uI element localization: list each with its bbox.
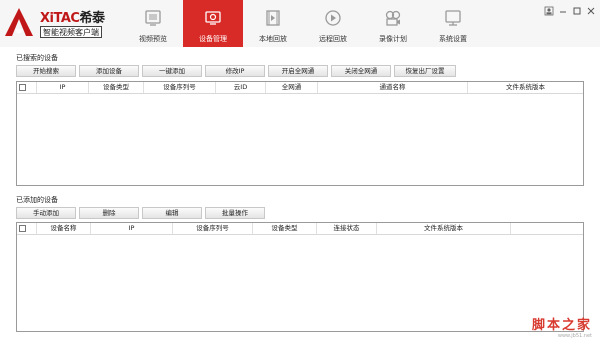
maximize-icon[interactable] <box>572 6 582 16</box>
column-header-all-network[interactable]: 全网通 <box>266 82 318 93</box>
searched-devices-table[interactable]: IP 设备类型 设备序列号 云ID 全网通 通道名称 文件系统版本 <box>16 81 584 186</box>
user-icon[interactable] <box>544 6 554 16</box>
column-header-fs-version[interactable]: 文件系统版本 <box>468 82 583 93</box>
tab-label: 设备管理 <box>199 35 227 43</box>
column-header-cloud-id[interactable]: 云ID <box>216 82 266 93</box>
tab-label: 系统设置 <box>439 35 467 43</box>
column-header-device-type[interactable]: 设备类型 <box>253 223 317 234</box>
column-header-device-name[interactable]: 设备名称 <box>37 223 91 234</box>
edit-button[interactable]: 编辑 <box>142 207 202 219</box>
modify-ip-button[interactable]: 修改IP <box>205 65 265 77</box>
system-settings-icon <box>445 10 461 26</box>
added-devices-title: 已添加的设备 <box>16 196 58 204</box>
column-header-serial[interactable]: 设备序列号 <box>173 223 253 234</box>
tab-remote-playback[interactable]: 远程回放 <box>303 0 363 47</box>
tab-device-manage[interactable]: 设备管理 <box>183 0 243 47</box>
manual-add-button[interactable]: 手动添加 <box>16 207 76 219</box>
added-toolbar: 手动添加 删除 编辑 批量操作 <box>16 207 265 219</box>
close-icon[interactable] <box>586 6 596 16</box>
tab-label: 本地回放 <box>259 35 287 43</box>
tab-video-preview[interactable]: 视频预览 <box>123 0 183 47</box>
column-header-connection-status[interactable]: 连接状态 <box>317 223 377 234</box>
app-header: XiTAC希泰 智能视频客户端 视频预览 设备管理 本地回放 远程回放 录像计划… <box>0 0 600 47</box>
brand-name: XiTAC <box>40 11 80 26</box>
video-preview-icon <box>145 10 161 26</box>
enable-all-network-button[interactable]: 开启全网通 <box>268 65 328 77</box>
tab-label: 视频预览 <box>139 35 167 43</box>
column-header-channel-name[interactable]: 通道名称 <box>318 82 468 93</box>
tab-system-settings[interactable]: 系统设置 <box>423 0 483 47</box>
column-header-device-type[interactable]: 设备类型 <box>89 82 144 93</box>
delete-button[interactable]: 删除 <box>79 207 139 219</box>
table-header: 设备名称 IP 设备序列号 设备类型 连接状态 文件系统版本 <box>17 223 583 235</box>
select-all-checkbox[interactable] <box>19 84 26 91</box>
column-header-ip[interactable]: IP <box>91 223 173 234</box>
remote-playback-icon <box>325 10 341 26</box>
tab-label: 录像计划 <box>379 35 407 43</box>
added-devices-table[interactable]: 设备名称 IP 设备序列号 设备类型 连接状态 文件系统版本 <box>16 222 584 332</box>
column-header-serial[interactable]: 设备序列号 <box>144 82 216 93</box>
column-header-ip[interactable]: IP <box>37 82 89 93</box>
minimize-icon[interactable] <box>558 6 568 16</box>
disable-all-network-button[interactable]: 关闭全网通 <box>331 65 391 77</box>
one-click-add-button[interactable]: 一键添加 <box>142 65 202 77</box>
select-all-cell <box>17 82 37 93</box>
batch-operation-button[interactable]: 批量操作 <box>205 207 265 219</box>
table-header: IP 设备类型 设备序列号 云ID 全网通 通道名称 文件系统版本 <box>17 82 583 94</box>
watermark-text: 脚本之家 <box>531 318 592 333</box>
window-controls <box>544 6 596 16</box>
add-device-button[interactable]: 添加设备 <box>79 65 139 77</box>
tab-local-playback[interactable]: 本地回放 <box>243 0 303 47</box>
tab-label: 远程回放 <box>319 35 347 43</box>
local-playback-icon <box>266 10 280 26</box>
watermark-url: www.jb51.net <box>557 333 592 339</box>
searched-toolbar: 开始搜索 添加设备 一键添加 修改IP 开启全网通 关闭全网通 恢复出厂设置 <box>16 65 456 77</box>
column-header-fs-version[interactable]: 文件系统版本 <box>377 223 511 234</box>
select-all-checkbox[interactable] <box>19 225 26 232</box>
record-plan-icon <box>385 10 401 26</box>
main-nav: 视频预览 设备管理 本地回放 远程回放 录像计划 系统设置 <box>123 0 483 47</box>
app-subtitle: 智能视频客户端 <box>40 26 102 38</box>
searched-devices-title: 已搜索的设备 <box>16 54 58 62</box>
tab-record-plan[interactable]: 录像计划 <box>363 0 423 47</box>
brand-name-cn: 希泰 <box>79 11 105 26</box>
column-header-filler <box>511 223 583 234</box>
select-all-cell <box>17 223 37 234</box>
factory-reset-button[interactable]: 恢复出厂设置 <box>394 65 456 77</box>
watermark: 脚本之家 www.jb51.net <box>532 314 592 339</box>
device-manage-icon <box>205 11 221 25</box>
logo-mark-icon <box>5 8 33 36</box>
start-search-button[interactable]: 开始搜索 <box>16 65 76 77</box>
app-logo: XiTAC希泰 智能视频客户端 <box>4 3 122 43</box>
